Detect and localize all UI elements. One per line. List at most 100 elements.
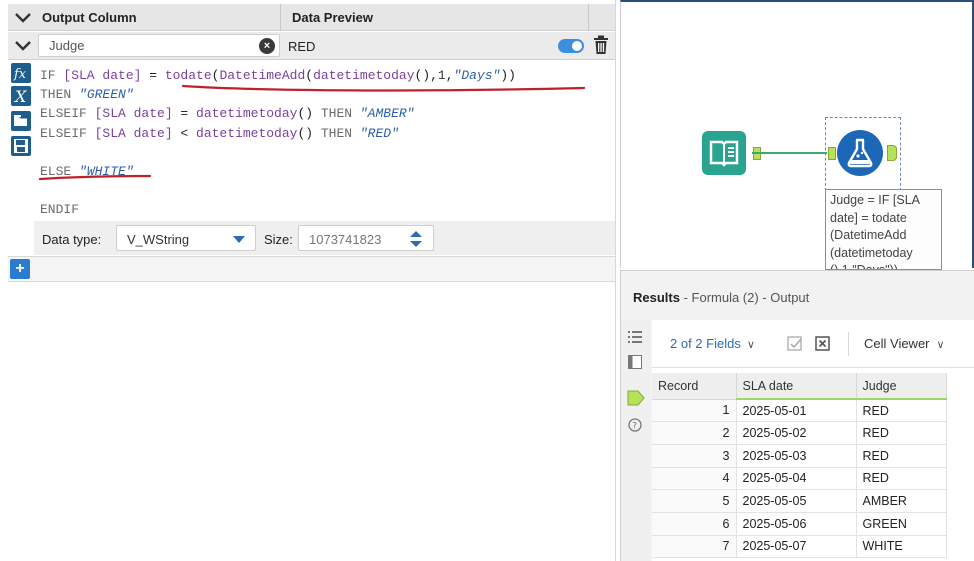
record-cell: 2 <box>652 421 737 445</box>
table-row[interactable]: 5 2025-05-05 AMBER <box>652 489 947 513</box>
svg-text:X: X <box>13 87 27 106</box>
connection-line[interactable] <box>752 152 827 154</box>
table-row[interactable]: 7 2025-05-07 WHITE <box>652 535 947 559</box>
save-icon[interactable] <box>11 136 31 156</box>
formula-field-row: × RED <box>8 32 615 60</box>
table-header-row: Record SLA date Judge <box>652 373 947 400</box>
expression-token: 1 <box>437 68 446 83</box>
results-grid-panel: 2 of 2 Fields ∨ Cell Viewer ∨ Record SLA da… <box>652 320 974 561</box>
expression-token: ELSE <box>40 163 80 179</box>
size-label: Size: <box>264 232 293 247</box>
expression-token: ELSEIF <box>40 106 95 122</box>
list-icon[interactable] <box>628 330 642 344</box>
table-row[interactable]: 3 2025-05-03 RED <box>652 444 947 468</box>
expression-token: THEN <box>40 87 80 103</box>
column-header[interactable]: Judge <box>856 373 947 400</box>
expression-token: todate <box>164 68 212 83</box>
expression-token: datetimetoday <box>196 106 298 122</box>
spinner-icon[interactable] <box>409 229 423 249</box>
data-type-value: V_WString <box>127 232 190 247</box>
fields-selector[interactable]: 2 of 2 Fields ∨ <box>670 336 755 351</box>
expression-token: THEN <box>320 125 360 141</box>
expression-line <box>40 143 516 162</box>
expression-token: "RED" <box>359 125 399 141</box>
table-cell: WHITE <box>856 535 947 559</box>
caret-down-icon <box>233 236 245 243</box>
record-cell: 7 <box>652 535 737 559</box>
column-header[interactable]: Record <box>652 373 737 400</box>
expression-token: THEN <box>320 106 360 122</box>
expression-token: ENDIF <box>40 202 80 218</box>
expression-token: = <box>141 68 165 83</box>
table-cell: RED <box>856 444 947 468</box>
record-cell: 6 <box>652 512 737 536</box>
expression-token: IF <box>40 68 64 83</box>
chevron-down-icon: ∨ <box>936 339 945 351</box>
table-cell: 2025-05-06 <box>736 512 857 536</box>
svg-text:?: ? <box>632 422 637 432</box>
functions-icon[interactable]: fx <box>11 63 31 83</box>
expression-editor[interactable]: IF [SLA date] = todate(DatetimeAdd(datet… <box>40 66 516 220</box>
table-cell: RED <box>856 399 947 423</box>
clear-icon[interactable]: × <box>259 38 275 54</box>
expression-token: < <box>172 125 197 141</box>
results-title-bold: Results <box>633 290 680 305</box>
flask-icon <box>847 138 873 168</box>
output-column-input-box: × <box>38 34 280 57</box>
expression-token: "GREEN" <box>79 87 134 103</box>
messages-icon[interactable] <box>628 355 642 369</box>
results-sidebar: ? <box>621 320 650 561</box>
chevron-down-icon: ∨ <box>746 339 755 351</box>
table-row[interactable]: 6 2025-05-06 GREEN <box>652 512 947 536</box>
output-anchor-icon[interactable] <box>627 390 645 406</box>
expression-line: IF [SLA date] = todate(DatetimeAdd(datet… <box>40 66 516 85</box>
formula-header-row: Output Column Data Preview <box>8 4 615 31</box>
input-anchor[interactable] <box>828 147 836 160</box>
size-value: 1073741823 <box>309 232 382 247</box>
workflow-canvas[interactable]: Judge = IF [SLA date] = todate (Datetime… <box>620 0 974 270</box>
enable-toggle[interactable] <box>558 39 584 53</box>
column-header[interactable]: SLA date <box>736 373 857 400</box>
results-window: Results - Formula (2) - Output ? 2 of 2 … <box>620 270 974 561</box>
output-column-input[interactable] <box>39 35 249 56</box>
formula-tool[interactable] <box>837 130 883 176</box>
open-folder-icon[interactable] <box>11 111 31 131</box>
data-preview-header: Data Preview <box>292 10 373 25</box>
expression-token: datetimetoday <box>196 125 298 141</box>
data-preview-value: RED <box>288 39 316 54</box>
formula-output-anchor[interactable] <box>887 145 897 161</box>
table-cell: 2025-05-04 <box>736 467 857 491</box>
table-row[interactable]: 1 2025-05-01 RED <box>652 399 947 423</box>
deselect-icon[interactable] <box>815 336 831 352</box>
data-type-select[interactable]: V_WString <box>116 225 256 251</box>
toolbar-divider <box>848 332 849 356</box>
results-title: Results - Formula (2) - Output <box>633 290 809 305</box>
expression-token: "AMBER" <box>359 106 415 122</box>
data-type-label: Data type: <box>42 232 102 247</box>
add-field-button[interactable]: + <box>10 259 30 279</box>
table-cell: 2025-05-05 <box>736 489 857 513</box>
chevron-down-icon[interactable] <box>12 8 34 28</box>
table-cell: 2025-05-07 <box>736 535 857 559</box>
record-cell: 3 <box>652 444 737 468</box>
trash-icon[interactable] <box>593 35 609 55</box>
table-row[interactable]: 2 2025-05-02 RED <box>652 421 947 445</box>
cell-viewer-selector[interactable]: Cell Viewer ∨ <box>864 336 945 351</box>
columns-variables-icon[interactable]: X <box>11 86 31 106</box>
help-icon[interactable]: ? <box>628 418 642 432</box>
checkbox-icon[interactable] <box>787 336 803 352</box>
expression-token: (), <box>414 68 438 83</box>
expression-token: [SLA date] <box>94 125 173 141</box>
table-cell: RED <box>856 421 947 445</box>
results-title-rest: - Formula (2) - Output <box>679 290 810 305</box>
table-row[interactable]: 4 2025-05-04 RED <box>652 467 947 491</box>
table-cell: RED <box>856 467 947 491</box>
tool-annotation: Judge = IF [SLA date] = todate (Datetime… <box>825 189 942 270</box>
size-input[interactable]: 1073741823 <box>298 225 434 251</box>
chevron-down-icon[interactable] <box>12 36 34 56</box>
formula-config-panel: Output Column Data Preview × RED fx X <box>0 0 616 561</box>
input-data-tool[interactable] <box>702 131 746 175</box>
expression-toolbar: fx X <box>9 61 33 221</box>
table-cell: 2025-05-02 <box>736 421 857 445</box>
expression-line: ELSEIF [SLA date] = datetimetoday() THEN… <box>40 104 516 123</box>
